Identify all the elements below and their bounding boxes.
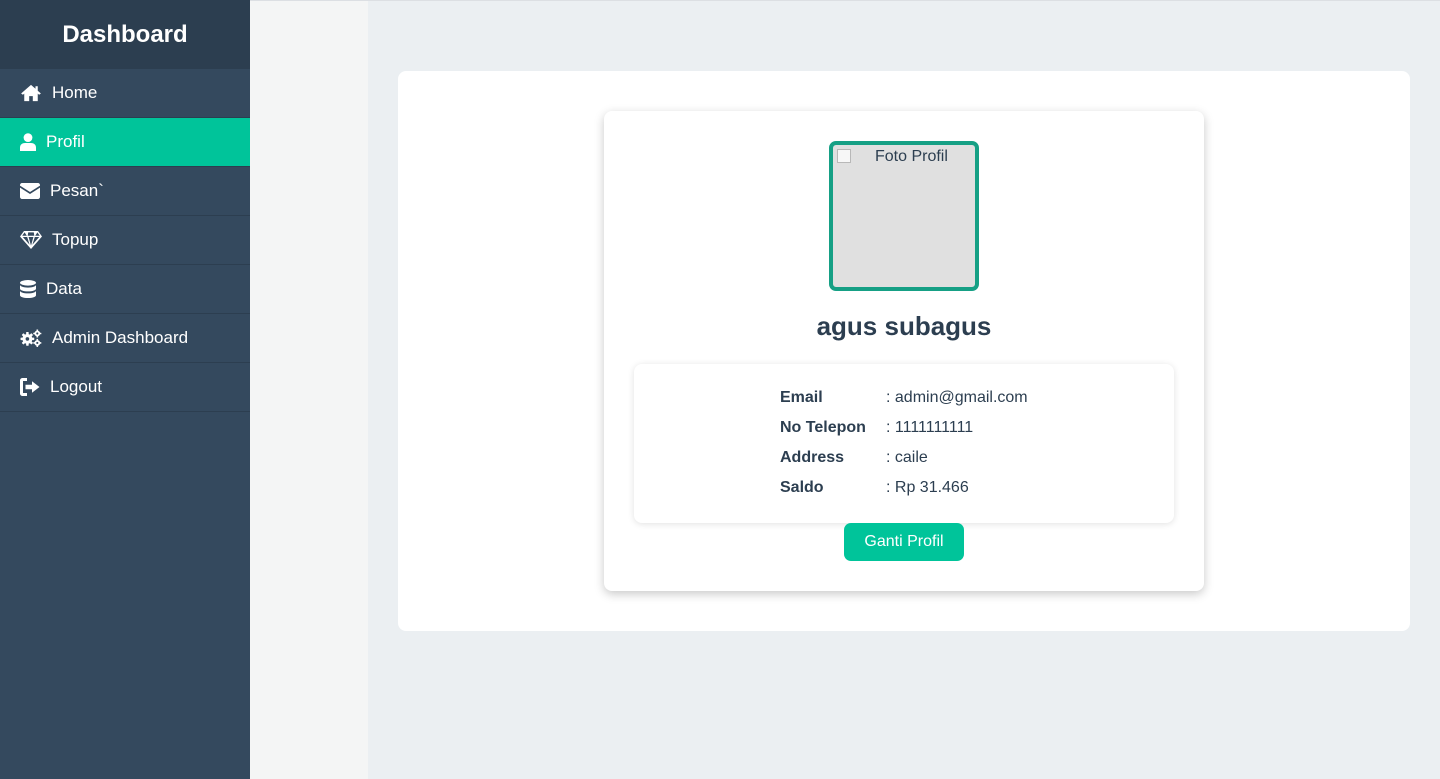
profile-card: Foto Profil agus subagus Email : admin@g…: [604, 111, 1204, 591]
info-row-email: Email : admin@gmail.com: [780, 383, 1028, 413]
info-value: : caile: [886, 449, 928, 466]
info-value: : Rp 31.466: [886, 479, 969, 496]
sidebar-item-topup[interactable]: Topup: [0, 216, 250, 265]
info-row-address: Address : caile: [780, 443, 928, 473]
sidebar-item-label: Home: [52, 83, 98, 102]
profile-photo: Foto Profil: [829, 141, 979, 291]
sidebar-item-pesan[interactable]: Pesan`: [0, 167, 250, 216]
sidebar: Dashboard Home Profil Pesan` Topup Data …: [0, 0, 250, 779]
profile-info-box: Email : admin@gmail.com No Telepon : 111…: [634, 364, 1174, 523]
sidebar-item-data[interactable]: Data: [0, 265, 250, 314]
content-panel: Foto Profil agus subagus Email : admin@g…: [398, 71, 1410, 631]
sidebar-item-admin-dashboard[interactable]: Admin Dashboard: [0, 314, 250, 363]
home-icon: [21, 84, 41, 102]
sidebar-item-home[interactable]: Home: [0, 69, 250, 118]
info-label: Address: [780, 449, 845, 466]
info-row-phone: No Telepon : 1111111111: [780, 413, 973, 443]
info-label: Saldo: [780, 479, 824, 496]
info-label: No Telepon: [780, 419, 866, 436]
change-profile-button[interactable]: Ganti Profil: [844, 523, 964, 561]
sidebar-item-label: Data: [46, 279, 82, 298]
sidebar-gutter: [250, 0, 368, 779]
info-value: : admin@gmail.com: [886, 389, 1028, 406]
sidebar-item-label: Profil: [46, 132, 85, 151]
envelope-icon: [20, 183, 40, 199]
profile-name: agus subagus: [816, 311, 992, 341]
top-divider: [250, 0, 1440, 1]
logout-icon: [20, 378, 40, 396]
sidebar-item-label: Topup: [52, 230, 99, 249]
broken-image-icon: [837, 149, 851, 163]
diamond-icon: [20, 231, 42, 249]
sidebar-item-label: Pesan`: [50, 181, 104, 200]
database-icon: [20, 280, 36, 298]
sidebar-item-label: Logout: [50, 377, 102, 396]
sidebar-item-profil[interactable]: Profil: [0, 118, 250, 167]
user-icon: [20, 133, 36, 151]
info-value: : 1111111111: [886, 419, 974, 436]
sidebar-item-logout[interactable]: Logout: [0, 363, 250, 412]
cogs-icon: [20, 329, 42, 347]
info-row-saldo: Saldo : Rp 31.466: [780, 473, 969, 503]
sidebar-item-label: Admin Dashboard: [52, 328, 189, 347]
profile-photo-alt-text: Foto Profil: [875, 148, 948, 165]
info-label: Email: [780, 389, 823, 406]
sidebar-title: Dashboard: [0, 0, 250, 69]
